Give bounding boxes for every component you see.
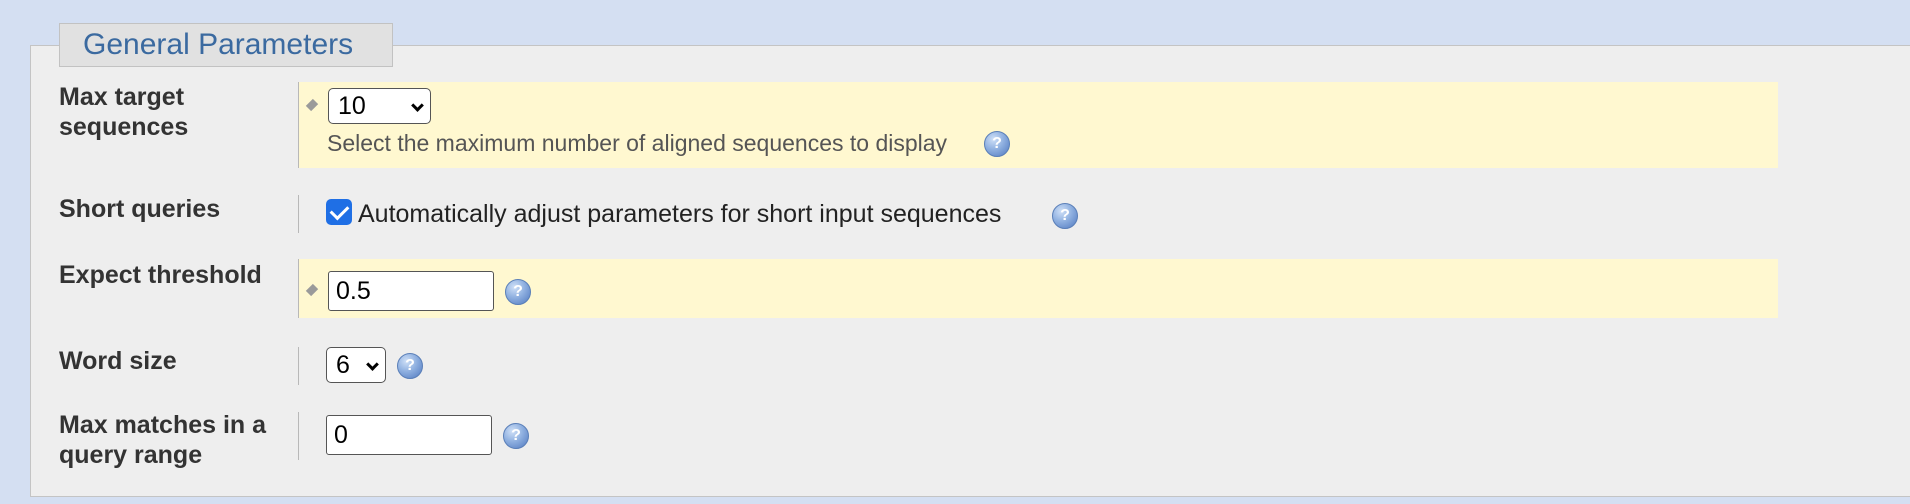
word-size-value: 6 bbox=[336, 351, 350, 379]
max-target-sequences-select[interactable]: 10 bbox=[328, 88, 431, 124]
section-title: General Parameters bbox=[59, 23, 393, 67]
max-matches-input[interactable]: 0 bbox=[326, 415, 492, 455]
expect-threshold-input[interactable]: 0.5 bbox=[328, 271, 494, 311]
help-icon[interactable]: ? bbox=[397, 353, 423, 379]
word-size-label: Word size bbox=[59, 347, 177, 375]
max-target-sequences-value: 10 bbox=[338, 92, 366, 120]
word-size-select[interactable]: 6 bbox=[326, 347, 386, 383]
expect-threshold-label: Expect threshold bbox=[59, 261, 262, 289]
row-divider bbox=[298, 412, 299, 460]
help-icon[interactable]: ? bbox=[1052, 203, 1078, 229]
help-icon[interactable]: ? bbox=[503, 423, 529, 449]
chevron-down-icon bbox=[411, 99, 424, 112]
short-queries-checkbox-label: Automatically adjust parameters for shor… bbox=[358, 200, 1002, 228]
row-divider bbox=[298, 195, 299, 233]
row-divider bbox=[298, 347, 299, 385]
help-icon[interactable]: ? bbox=[984, 131, 1010, 157]
chevron-down-icon bbox=[366, 358, 379, 371]
short-queries-label: Short queries bbox=[59, 195, 221, 223]
max-matches-label: Max matches in a query range bbox=[59, 411, 267, 469]
help-icon[interactable]: ? bbox=[505, 279, 531, 305]
short-queries-checkbox[interactable] bbox=[326, 199, 352, 225]
max-target-sequences-hint: Select the maximum number of aligned seq… bbox=[327, 130, 948, 156]
max-target-sequences-label: Max target sequences bbox=[59, 83, 189, 141]
